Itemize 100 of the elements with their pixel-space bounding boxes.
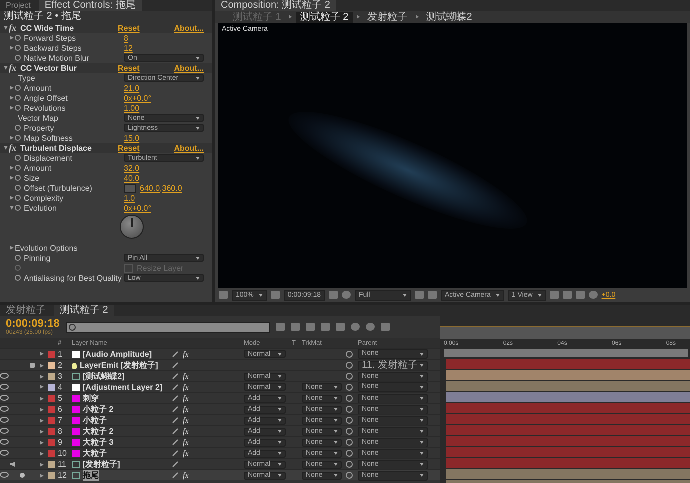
layer-name[interactable]: 小粒子 2 <box>83 404 114 415</box>
layer-name[interactable]: 大粒子 2 <box>83 426 114 437</box>
property-value[interactable]: 12 <box>124 44 133 52</box>
lock-icon[interactable] <box>30 363 35 368</box>
twirl-arrow-icon[interactable] <box>10 206 14 210</box>
reset-link[interactable]: Reset <box>118 64 140 72</box>
breadcrumb[interactable]: 发射粒子 <box>364 12 412 22</box>
search-icon <box>68 324 76 330</box>
property-label: Revolutions <box>24 104 66 112</box>
twirl-arrow-icon[interactable] <box>10 196 14 200</box>
label-swatch[interactable] <box>48 362 55 369</box>
twirl-arrow-icon[interactable] <box>4 146 8 150</box>
angle-dial[interactable] <box>120 215 144 239</box>
eye-icon[interactable] <box>0 373 9 379</box>
layer-name[interactable]: [发射粒子] <box>83 459 120 470</box>
property-value[interactable]: 1.00 <box>124 104 140 112</box>
current-time[interactable]: 0:00:09:18 <box>6 318 60 330</box>
reset-link[interactable]: Reset <box>118 144 140 152</box>
layer-name[interactable]: [Adjustment Layer 2] <box>83 382 163 392</box>
property-label: Offset (Turbulence) <box>24 184 92 192</box>
layer-name[interactable]: 拖尾 <box>83 470 99 481</box>
effect-switch[interactable]: fx <box>183 438 189 447</box>
property-value[interactable]: 640.0,360.0 <box>140 184 182 192</box>
layer-name[interactable]: 大粒子 <box>83 448 107 459</box>
label-swatch[interactable] <box>48 450 55 457</box>
eye-icon[interactable] <box>0 439 9 445</box>
effect-name: CC Vector Blur <box>20 64 77 72</box>
twirl-arrow-icon[interactable] <box>40 474 44 478</box>
layer-number: 6 <box>58 405 64 414</box>
eye-icon[interactable] <box>0 384 9 390</box>
panel-tab[interactable]: Composition: 测试粒子 2 <box>215 0 336 11</box>
label-swatch[interactable] <box>48 373 55 380</box>
layer-name[interactable]: 小粒子 <box>83 415 107 426</box>
twirl-arrow-icon[interactable] <box>10 166 14 170</box>
eye-icon[interactable] <box>0 428 9 434</box>
layer-name[interactable]: 刺穿 <box>83 393 99 404</box>
label-swatch[interactable] <box>48 428 55 435</box>
twirl-arrow-icon[interactable] <box>4 26 8 30</box>
effect-switch[interactable]: fx <box>183 394 189 403</box>
label-swatch[interactable] <box>48 461 55 468</box>
layer-name[interactable]: LayerEmit [发射粒子] <box>80 360 158 371</box>
twirl-arrow-icon[interactable] <box>10 106 14 110</box>
layer-number: 5 <box>58 394 64 403</box>
property-value[interactable]: 15.0 <box>124 134 140 142</box>
layer-name[interactable]: [Audio Amplitude] <box>83 350 152 358</box>
twirl-arrow-icon[interactable] <box>10 86 14 90</box>
label-swatch[interactable] <box>48 395 55 402</box>
eye-icon[interactable] <box>0 417 9 423</box>
property-label: Type <box>18 74 36 82</box>
effect-switch[interactable]: fx <box>183 405 189 414</box>
reset-link[interactable]: Reset <box>118 24 140 32</box>
effect-switch[interactable]: fx <box>183 372 189 381</box>
eye-icon[interactable] <box>0 472 9 478</box>
twirl-arrow-icon[interactable] <box>10 176 14 180</box>
label-swatch[interactable] <box>48 384 55 390</box>
label-swatch[interactable] <box>48 439 55 446</box>
panel-tab[interactable]: Effect Controls: 拖尾 <box>38 0 142 11</box>
search-field[interactable] <box>66 322 270 332</box>
parent-dropdown[interactable]: 11. 发射粒子 <box>358 360 428 370</box>
label-swatch[interactable] <box>48 406 55 413</box>
effect-switch[interactable]: fx <box>183 449 189 458</box>
property-group-label: Evolution Options <box>15 244 78 252</box>
twirl-arrow-icon[interactable] <box>10 96 14 100</box>
effect-badge[interactable]: fx <box>9 23 16 33</box>
about-link[interactable]: About... <box>174 144 204 152</box>
about-link[interactable]: About... <box>174 64 204 72</box>
label-swatch[interactable] <box>48 472 55 479</box>
effect-badge[interactable]: fx <box>9 143 16 153</box>
timeline-tab[interactable]: 测试粒子 2 <box>54 305 114 316</box>
effect-switch[interactable]: fx <box>183 427 189 436</box>
property-value[interactable]: 0x+0.0° <box>124 94 152 102</box>
property-value[interactable]: 21.0 <box>124 84 140 92</box>
effect-switch[interactable]: fx <box>183 350 189 358</box>
layer-name[interactable]: [测试蝴蝶2] <box>83 371 125 382</box>
eye-icon[interactable] <box>0 395 9 401</box>
breadcrumb[interactable]: 测试蝴蝶2 <box>422 12 476 22</box>
property-value[interactable]: 0x+0.0° <box>124 204 152 212</box>
eye-icon[interactable] <box>0 450 9 456</box>
label-swatch[interactable] <box>48 350 55 358</box>
layer-name[interactable]: 大粒子 3 <box>83 437 114 448</box>
breadcrumb[interactable]: 测试粒子 2 <box>296 12 353 22</box>
effect-badge[interactable]: fx <box>9 63 16 73</box>
effect-switch[interactable]: fx <box>183 416 189 425</box>
effect-switch[interactable]: fx <box>183 471 189 480</box>
panel-header: 测试粒子 2 • 拖尾 <box>0 11 212 23</box>
twirl-arrow-icon[interactable] <box>10 246 14 250</box>
property-value[interactable]: 40.0 <box>124 174 140 182</box>
property-value[interactable]: 8 <box>124 34 128 42</box>
property-value[interactable]: 32.0 <box>124 164 140 172</box>
label-swatch[interactable] <box>48 417 55 424</box>
about-link[interactable]: About... <box>174 24 204 32</box>
twirl-arrow-icon[interactable] <box>10 36 14 40</box>
twirl-arrow-icon[interactable] <box>4 66 8 70</box>
property-label: Angle Offset <box>24 94 68 102</box>
effect-switch[interactable]: fx <box>183 382 189 392</box>
eye-icon[interactable] <box>0 406 9 412</box>
twirl-arrow-icon[interactable] <box>10 46 14 50</box>
speaker-icon[interactable] <box>10 462 15 467</box>
solo-dot-icon[interactable] <box>20 473 25 478</box>
property-value[interactable]: 1.0 <box>124 194 136 202</box>
